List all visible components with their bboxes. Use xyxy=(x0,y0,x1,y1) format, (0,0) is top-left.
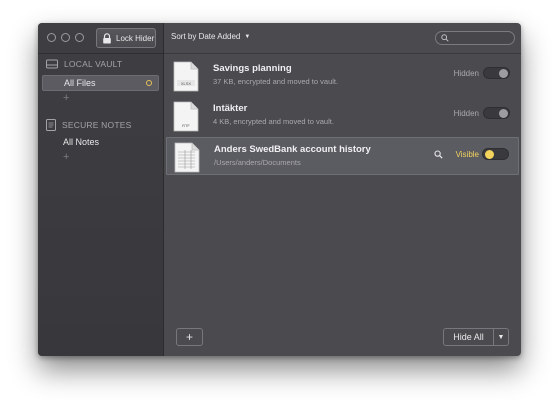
local-vault-heading: LOCAL VAULT xyxy=(46,59,122,69)
toolbar: Sort by Date Added ▼ xyxy=(164,23,521,54)
file-badge: XLSX xyxy=(181,81,192,86)
add-vault-item-button[interactable]: + xyxy=(63,93,69,104)
file-title: Anders SwedBank account history xyxy=(214,144,371,155)
document-file-icon xyxy=(174,142,200,173)
visibility-toggle[interactable] xyxy=(482,148,509,160)
close-window-button[interactable] xyxy=(47,33,56,42)
local-vault-label: LOCAL VAULT xyxy=(64,59,123,69)
file-row-selected[interactable]: Anders SwedBank account history /Users/a… xyxy=(166,137,519,175)
drive-icon xyxy=(46,59,58,69)
toggle-knob xyxy=(485,150,494,159)
spreadsheet-file-icon: XLSX xyxy=(173,61,199,92)
file-subtitle: /Users/anders/Documents xyxy=(214,158,301,167)
note-icon xyxy=(46,119,56,131)
file-row[interactable]: XLSX Savings planning 37 KB, encrypted a… xyxy=(164,57,521,95)
sidebar-item-all-notes[interactable]: All Notes xyxy=(42,134,159,150)
file-row[interactable]: RTF Intäkter 4 KB, encrypted and moved t… xyxy=(164,97,521,135)
lock-icon xyxy=(103,32,111,43)
app-window: Lock Hider LOCAL VAULT All Files + SECUR… xyxy=(38,23,521,356)
file-subtitle: 4 KB, encrypted and moved to vault. xyxy=(213,117,334,126)
sidebar-item-label: All Files xyxy=(64,78,96,88)
status-dot-icon xyxy=(146,80,152,86)
file-title: Intäkter xyxy=(213,103,248,114)
toggle-knob xyxy=(499,109,508,118)
file-status: Hidden xyxy=(453,109,479,118)
chevron-down-icon[interactable]: ▼ xyxy=(494,329,508,345)
sort-dropdown[interactable]: Sort by Date Added ▼ xyxy=(171,32,250,41)
visibility-toggle[interactable] xyxy=(483,67,510,79)
zoom-window-button[interactable] xyxy=(75,33,84,42)
visibility-toggle[interactable] xyxy=(483,107,510,119)
add-file-button[interactable]: + xyxy=(176,328,203,346)
titlebar-left: Lock Hider xyxy=(38,23,163,54)
minimize-window-button[interactable] xyxy=(61,33,70,42)
file-badge: RTF xyxy=(182,123,190,128)
lock-hider-button[interactable]: Lock Hider xyxy=(96,28,156,48)
reveal-in-finder-icon[interactable] xyxy=(434,150,443,159)
sidebar: Lock Hider LOCAL VAULT All Files + SECUR… xyxy=(38,23,164,356)
toggle-knob xyxy=(499,69,508,78)
lock-hider-label: Lock Hider xyxy=(116,33,155,43)
hide-all-label: Hide All xyxy=(444,329,494,345)
hide-all-button[interactable]: Hide All ▼ xyxy=(443,328,509,346)
sort-label: Sort by Date Added xyxy=(171,32,241,41)
file-subtitle: 37 KB, encrypted and moved to vault. xyxy=(213,77,339,86)
sidebar-item-label: All Notes xyxy=(63,137,100,147)
file-status: Visible xyxy=(455,150,479,159)
search-input[interactable] xyxy=(435,31,515,45)
file-title: Savings planning xyxy=(213,63,292,74)
sidebar-item-all-files[interactable]: All Files xyxy=(42,75,159,91)
file-list-pane: Sort by Date Added ▼ XLSX Savings planni… xyxy=(164,23,521,356)
secure-notes-heading: SECURE NOTES xyxy=(46,119,131,131)
file-status: Hidden xyxy=(453,69,479,78)
chevron-down-icon: ▼ xyxy=(244,33,251,40)
rtf-file-icon: RTF xyxy=(173,101,199,132)
search-icon xyxy=(441,34,449,42)
secure-notes-label: SECURE NOTES xyxy=(62,120,132,130)
add-note-button[interactable]: + xyxy=(63,152,69,163)
